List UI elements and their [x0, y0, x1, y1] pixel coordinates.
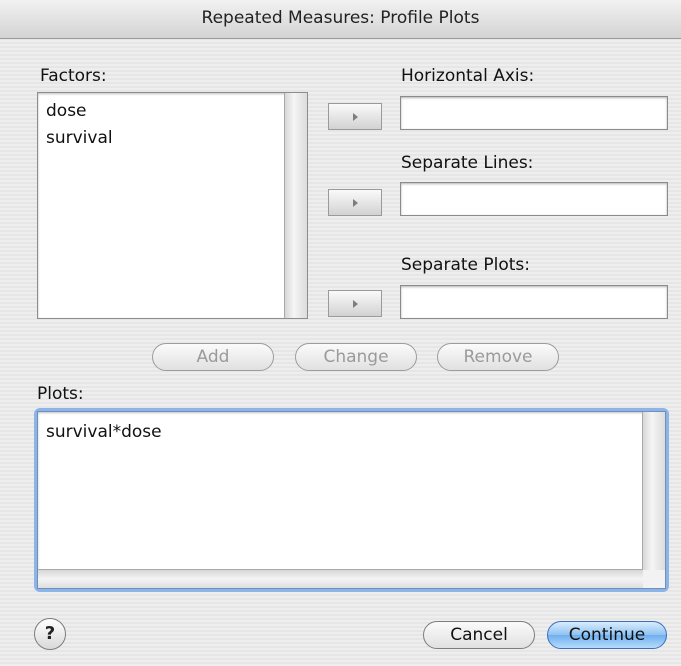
- separate-plots-label: Separate Plots:: [401, 255, 531, 275]
- separate-lines-field[interactable]: [400, 182, 668, 216]
- separate-plots-field[interactable]: [400, 285, 668, 319]
- help-button[interactable]: ?: [34, 618, 66, 650]
- factor-item-survival[interactable]: survival: [38, 125, 307, 152]
- remove-button[interactable]: Remove: [437, 343, 559, 371]
- right-triangle-icon: [352, 112, 358, 121]
- change-button[interactable]: Change: [295, 343, 417, 371]
- continue-button[interactable]: Continue: [547, 621, 667, 649]
- plot-item[interactable]: survival*dose: [38, 419, 665, 446]
- move-to-separate-plots-button[interactable]: [328, 290, 382, 317]
- plots-label: Plots:: [37, 384, 84, 404]
- horizontal-axis-label: Horizontal Axis:: [401, 66, 535, 86]
- right-triangle-icon: [352, 299, 358, 308]
- plots-list[interactable]: survival*dose: [37, 411, 666, 589]
- move-to-separate-lines-button[interactable]: [328, 189, 382, 216]
- factors-list[interactable]: dose survival: [37, 92, 308, 319]
- profile-plots-dialog: Repeated Measures: Profile Plots Factors…: [0, 0, 681, 666]
- separate-lines-label: Separate Lines:: [401, 153, 534, 173]
- plots-horizontal-scrollbar[interactable]: [38, 569, 643, 588]
- cancel-button[interactable]: Cancel: [423, 621, 535, 649]
- plots-vertical-scrollbar[interactable]: [642, 412, 665, 588]
- right-triangle-icon: [352, 198, 358, 207]
- factor-item-dose[interactable]: dose: [38, 98, 307, 125]
- add-button[interactable]: Add: [152, 343, 274, 371]
- window-title: Repeated Measures: Profile Plots: [0, 0, 681, 39]
- scrollbar-corner: [643, 570, 665, 588]
- question-mark-icon: ?: [44, 623, 56, 644]
- factors-label: Factors:: [40, 66, 107, 86]
- horizontal-axis-field[interactable]: [400, 96, 668, 130]
- factors-scrollbar[interactable]: [284, 93, 307, 318]
- move-to-horizontal-axis-button[interactable]: [328, 103, 382, 130]
